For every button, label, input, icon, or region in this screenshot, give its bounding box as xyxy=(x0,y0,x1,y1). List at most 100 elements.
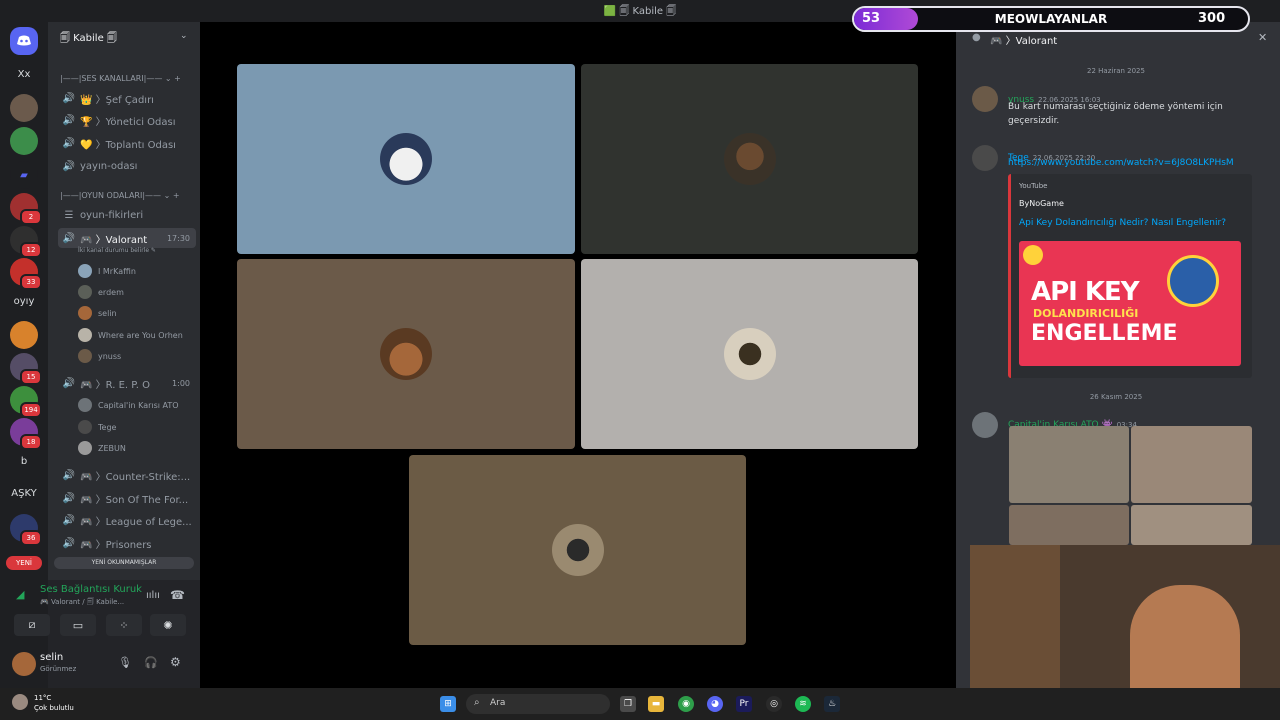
participant-tile[interactable] xyxy=(237,259,575,449)
thumb-line: DOLANDIRICILIĞI xyxy=(1033,307,1139,320)
server-sun[interactable] xyxy=(10,321,38,349)
participant-tile[interactable] xyxy=(237,64,575,254)
screen-share-button[interactable]: ▭ xyxy=(60,614,96,636)
channel-status[interactable]: İki kanal durumu belirle ✎ xyxy=(78,247,156,254)
channel-label: 💛 〉Toplantı Odası xyxy=(80,139,176,151)
participant-tile[interactable] xyxy=(581,64,918,254)
participant-tile[interactable] xyxy=(409,455,746,645)
avatar[interactable] xyxy=(972,145,998,171)
task-view-icon[interactable]: ❐ xyxy=(620,696,636,712)
search-placeholder: Ara xyxy=(490,698,506,708)
steam-icon[interactable]: ♨ xyxy=(824,696,840,712)
user-name[interactable]: selin xyxy=(40,652,63,663)
channel-son-of-the-forest[interactable]: 🔊 🎮 〉Son Of The For... xyxy=(58,488,196,508)
channel-counter-strike[interactable]: 🔊 🎮 〉Counter-Strike:... xyxy=(58,465,196,485)
voice-member[interactable]: ynuss xyxy=(78,347,121,365)
embed-author[interactable]: ByNoGame xyxy=(1019,199,1064,208)
taskbar-search[interactable]: ⌕ Ara xyxy=(466,694,610,714)
disconnect-icon[interactable]: ☎ xyxy=(170,588,185,602)
windows-start-icon[interactable]: ⊞ xyxy=(440,696,456,712)
channel-label: 🎮 〉Valorant xyxy=(80,234,148,246)
server-xx[interactable]: Xx xyxy=(0,69,48,80)
server-crown[interactable]: 12 xyxy=(10,226,42,258)
member-name: ynuss xyxy=(98,351,122,361)
camera-off-button[interactable]: ⧄ xyxy=(14,614,50,636)
voice-status[interactable]: Ses Bağlantısı Kuruk xyxy=(40,584,142,595)
mention-badge: 194 xyxy=(20,402,42,418)
voice-member[interactable]: Tege xyxy=(78,418,116,436)
premiere-icon[interactable]: Pr xyxy=(736,696,752,712)
message-text: Bu kart numarası seçtiğiniz ödeme yöntem… xyxy=(1008,102,1223,126)
signal-icon[interactable]: ◢ xyxy=(16,588,24,601)
message-link[interactable]: https://www.youtube.com/watch?v=6J8O8LKP… xyxy=(1008,158,1234,168)
image-attachment[interactable] xyxy=(1131,505,1252,545)
chevron-down-icon[interactable]: ⌄ xyxy=(180,31,188,41)
gear-icon[interactable]: ⚙ xyxy=(170,655,181,669)
voice-member[interactable]: ZEBUN xyxy=(78,439,126,457)
voice-member[interactable]: I MrKaffin xyxy=(78,262,136,280)
voice-channel-path[interactable]: 🎮 Valorant / 🗐 Kabile... xyxy=(40,598,124,609)
category-games[interactable]: |——|OYUN ODALARI|—— ⌄ + xyxy=(60,191,180,200)
image-attachment[interactable] xyxy=(1009,505,1129,545)
unread-pill[interactable]: YENİ OKUNMAMIŞLAR xyxy=(54,557,194,569)
voice-member[interactable]: Capital'in Karısı ATO xyxy=(78,396,179,414)
soundboard-button[interactable]: ✺ xyxy=(150,614,186,636)
chat-channel-title: 🎮 〉Valorant xyxy=(990,36,1058,47)
channel-yonetici-odasi[interactable]: 🔊 🏆 〉Yönetici Odası xyxy=(58,110,196,130)
weather-temp[interactable]: 11°C xyxy=(34,694,51,702)
channel-repo[interactable]: 🔊 🎮 〉R. E. P. O 1:00 xyxy=(58,373,196,393)
channel-toplanti-odasi[interactable]: 🔊 💛 〉Toplantı Odası xyxy=(58,133,196,153)
image-attachment[interactable] xyxy=(1131,426,1252,503)
member-name: Tege xyxy=(98,422,117,432)
weather-icon[interactable] xyxy=(12,694,28,710)
discord-home-icon[interactable] xyxy=(10,27,38,55)
server-blue[interactable]: 36 xyxy=(10,514,42,546)
microphone-icon[interactable]: 🎙 xyxy=(118,656,132,669)
server-asky[interactable]: AŞKY xyxy=(0,488,48,499)
server-b[interactable]: b xyxy=(0,456,48,467)
headphones-icon[interactable]: 🎧 xyxy=(144,656,158,669)
avatar[interactable] xyxy=(972,86,998,112)
file-explorer-icon[interactable]: ▬ xyxy=(648,696,664,712)
noise-suppression-icon[interactable]: ıılıı xyxy=(146,590,160,601)
channel-sef-cadiri[interactable]: 🔊 👑 〉Şef Çadırı xyxy=(58,88,196,108)
server-green[interactable] xyxy=(10,127,38,155)
participant-tile[interactable] xyxy=(581,259,918,449)
category-voice[interactable]: |——|SES KANALLARI|—— ⌄ + xyxy=(60,74,181,83)
server-oyiy[interactable]: oyıy xyxy=(0,296,48,307)
new-pill[interactable]: YENİ xyxy=(6,556,42,570)
activities-button[interactable]: ⁘ xyxy=(106,614,142,636)
avatar xyxy=(78,264,92,278)
channel-league-of-legends[interactable]: 🔊 🎮 〉League of Lege... xyxy=(58,510,196,530)
channel-valorant[interactable]: 🔊 🎮 〉Valorant 17:30 xyxy=(58,228,196,248)
server-colorful[interactable]: 194 xyxy=(10,386,42,418)
channel-oyun-fikirleri[interactable]: ☰ oyun-fikirleri xyxy=(58,205,196,225)
discord-taskbar-icon[interactable]: ◕ xyxy=(707,696,723,712)
embed-title[interactable]: Api Key Dolandırıcılığı Nedir? Nasıl Eng… xyxy=(1019,218,1226,228)
voice-member[interactable]: selin xyxy=(78,304,117,322)
member-name: ZEBUN xyxy=(98,443,126,453)
server-name[interactable]: 🗐 Kabile 🗐 xyxy=(60,31,117,48)
voice-member[interactable]: Where are You Orhen xyxy=(78,326,183,344)
obs-icon[interactable]: ◎ xyxy=(766,696,782,712)
chrome-icon[interactable]: ◉ xyxy=(678,696,694,712)
speaker-icon: 🔊 xyxy=(62,160,76,172)
steam-logo-icon xyxy=(1167,255,1219,307)
weather-text[interactable]: Çok bulutlu xyxy=(34,704,74,712)
channel-yayin-odasi[interactable]: 🔊 yayın-odası xyxy=(58,156,196,176)
folder-icon[interactable]: ▰ xyxy=(10,161,38,189)
avatar[interactable] xyxy=(972,412,998,438)
server-cat[interactable] xyxy=(10,94,38,122)
close-icon[interactable]: ✕ xyxy=(1258,31,1267,44)
voice-member[interactable]: erdem xyxy=(78,283,124,301)
server-red[interactable]: 2 xyxy=(10,193,42,225)
server-violet[interactable]: 18 xyxy=(10,418,42,450)
server-purple[interactable]: 15 xyxy=(10,353,42,385)
user-avatar[interactable] xyxy=(12,652,36,676)
mention-badge: 33 xyxy=(20,274,42,290)
embed-thumbnail[interactable]: API KEY DOLANDIRICILIĞI ENGELLEME xyxy=(1019,241,1241,366)
spotify-icon[interactable]: ≋ xyxy=(795,696,811,712)
channel-prisoners[interactable]: 🔊 🎮 〉Prisoners xyxy=(58,533,196,553)
server-no-entry[interactable]: 33 xyxy=(10,258,42,290)
image-attachment[interactable] xyxy=(1009,426,1129,503)
